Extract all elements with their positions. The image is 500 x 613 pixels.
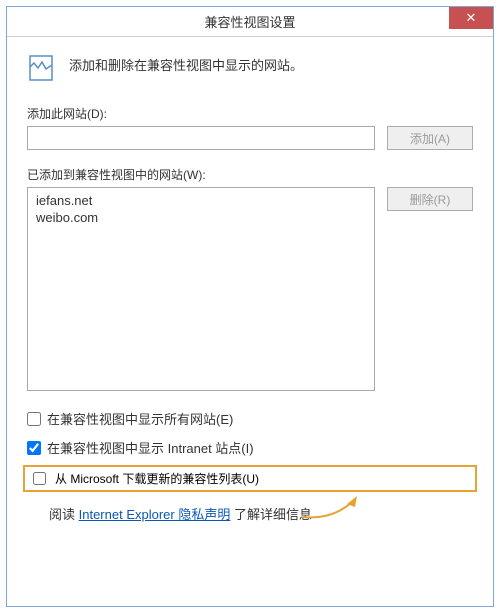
add-site-row: 添加(A) xyxy=(27,126,473,150)
checkbox-download-list-input[interactable] xyxy=(33,472,46,485)
add-button[interactable]: 添加(A) xyxy=(387,126,473,150)
checkbox-group: 在兼容性视图中显示所有网站(E) 在兼容性视图中显示 Intranet 站点(I… xyxy=(27,407,473,523)
close-icon: ✕ xyxy=(466,10,477,26)
footer-suffix: 了解详细信息 xyxy=(230,507,312,522)
header-row: 添加和删除在兼容性视图中显示的网站。 xyxy=(27,53,473,83)
dialog-window: 兼容性视图设置 ✕ 添加和删除在兼容性视图中显示的网站。 添加此网站(D): 添… xyxy=(6,6,494,607)
privacy-statement-link[interactable]: Internet Explorer 隐私声明 xyxy=(79,507,231,522)
checkbox-display-intranet[interactable]: 在兼容性视图中显示 Intranet 站点(I) xyxy=(27,436,473,459)
checkbox-download-list-highlight: 从 Microsoft 下载更新的兼容性列表(U) xyxy=(23,465,477,492)
remove-button[interactable]: 删除(R) xyxy=(387,187,473,211)
header-description: 添加和删除在兼容性视图中显示的网站。 xyxy=(69,53,303,74)
checkbox-display-all[interactable]: 在兼容性视图中显示所有网站(E) xyxy=(27,407,473,430)
checkbox-display-all-input[interactable] xyxy=(27,412,41,426)
add-site-label: 添加此网站(D): xyxy=(27,105,473,122)
checkbox-display-all-label: 在兼容性视图中显示所有网站(E) xyxy=(47,409,233,428)
window-title: 兼容性视图设置 xyxy=(204,12,295,31)
sites-listbox[interactable]: iefans.net weibo.com xyxy=(27,187,375,391)
close-button[interactable]: ✕ xyxy=(449,7,493,29)
checkbox-display-intranet-label: 在兼容性视图中显示 Intranet 站点(I) xyxy=(47,438,254,457)
sites-list-row: iefans.net weibo.com 删除(R) xyxy=(27,187,473,391)
checkbox-display-intranet-input[interactable] xyxy=(27,441,41,455)
list-item[interactable]: iefans.net xyxy=(36,192,366,209)
footer-text: 阅读 Internet Explorer 隐私声明 了解详细信息 xyxy=(27,504,473,523)
list-buttons-col: 删除(R) xyxy=(387,187,473,391)
torn-page-icon xyxy=(27,53,57,83)
titlebar: 兼容性视图设置 ✕ xyxy=(7,7,493,37)
checkbox-download-list-label: 从 Microsoft 下载更新的兼容性列表(U) xyxy=(55,470,259,487)
footer-prefix: 阅读 xyxy=(49,507,79,522)
dialog-content: 添加和删除在兼容性视图中显示的网站。 添加此网站(D): 添加(A) 已添加到兼… xyxy=(7,37,493,606)
add-site-input[interactable] xyxy=(27,126,375,150)
sites-list-label: 已添加到兼容性视图中的网站(W): xyxy=(27,166,473,183)
list-item[interactable]: weibo.com xyxy=(36,209,366,226)
